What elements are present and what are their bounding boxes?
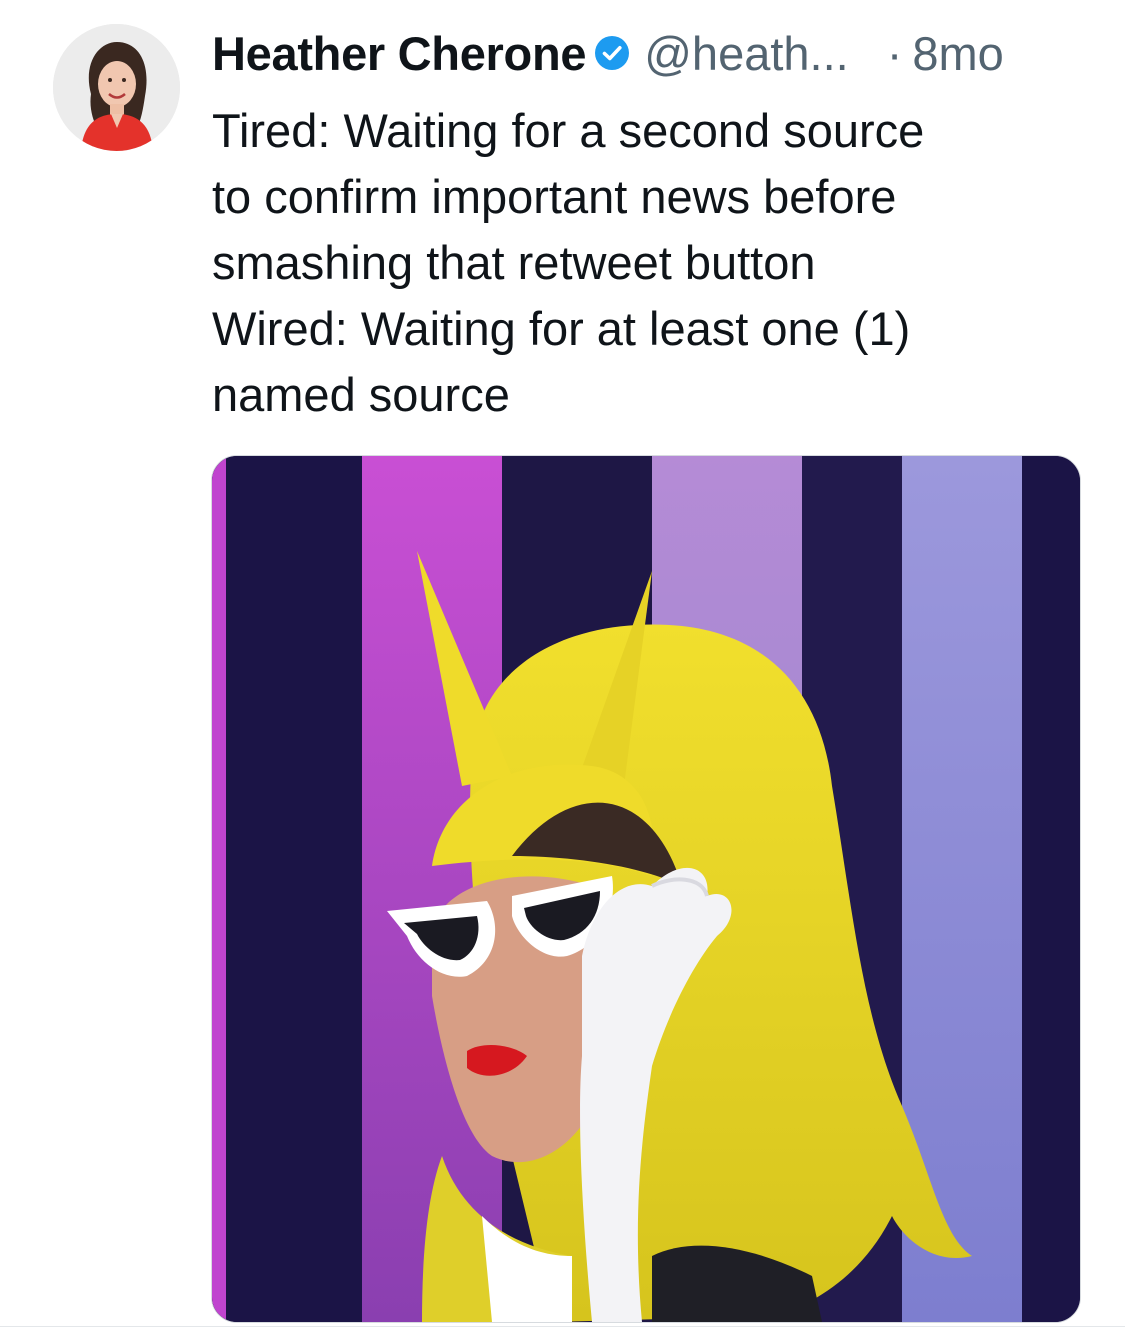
verified-badge-icon	[594, 35, 630, 71]
author-name[interactable]: Heather Cherone	[212, 26, 587, 81]
tweet-text-line: Tired: Waiting for a second source	[212, 104, 925, 157]
author-handle[interactable]: @heath...	[644, 26, 849, 81]
tweet-text-line: named source	[212, 368, 510, 421]
avatar-image	[53, 24, 180, 151]
meta-separator: ·	[886, 26, 903, 80]
divider	[0, 1326, 1125, 1327]
author-avatar[interactable]	[53, 24, 180, 151]
tweet-text-line: smashing that retweet button	[212, 236, 816, 289]
tweet-timestamp[interactable]: 8mo	[912, 26, 1003, 81]
tweet-text-line: to confirm important news before	[212, 170, 897, 223]
tweet-card[interactable]: Heather Cherone @heath... · 8mo Tired: W…	[0, 0, 1125, 1334]
tweet-header: Heather Cherone @heath... · 8mo	[212, 22, 1092, 84]
gif-illustration	[212, 456, 1080, 1322]
tweet-media-gif[interactable]	[211, 455, 1081, 1323]
tweet-text: Tired: Waiting for a second source to co…	[212, 98, 1092, 428]
tweet-text-line: Wired: Waiting for at least one (1)	[212, 302, 911, 355]
